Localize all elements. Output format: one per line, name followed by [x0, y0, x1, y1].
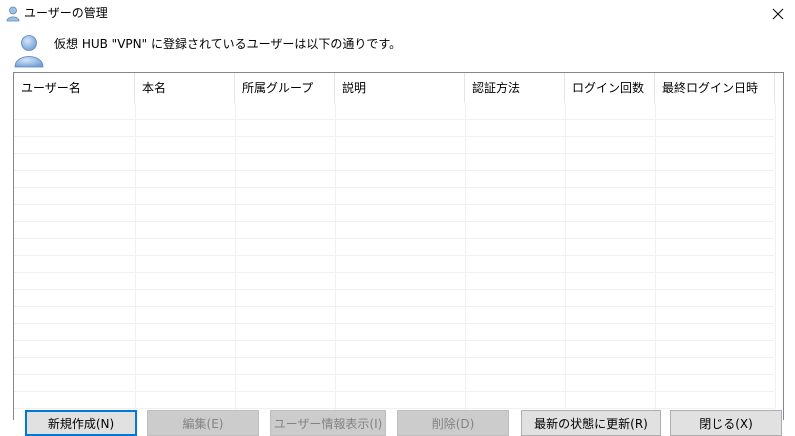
edit-button[interactable]: 編集(E)	[147, 410, 259, 436]
empty-row	[14, 290, 774, 307]
empty-row	[14, 341, 774, 358]
refresh-button[interactable]: 最新の状態に更新(R)	[521, 410, 661, 436]
window-title: ユーザーの管理	[24, 6, 108, 20]
user-icon	[6, 6, 20, 22]
description-text: 仮想 HUB "VPN" に登録されているユーザーは以下の通りです。	[54, 37, 402, 51]
user-list[interactable]: ユーザー名 本名 所属グループ 説明 認証方法 ログイン回数 最終ログイン日時	[13, 72, 784, 420]
empty-row	[14, 307, 774, 324]
empty-row	[14, 375, 774, 392]
empty-row	[14, 137, 774, 154]
empty-row	[14, 171, 774, 188]
empty-row	[14, 154, 774, 171]
user-icon	[14, 35, 44, 68]
column-header-login-count[interactable]: ログイン回数	[565, 73, 655, 103]
new-button[interactable]: 新規作成(N)	[25, 410, 137, 436]
empty-row	[14, 239, 774, 256]
grid-line	[775, 103, 776, 420]
column-header-auth-method[interactable]: 認証方法	[465, 73, 565, 103]
empty-row	[14, 358, 774, 375]
empty-row	[14, 222, 774, 239]
column-header-last-login[interactable]: 最終ログイン日時	[655, 73, 775, 103]
list-body	[14, 103, 783, 420]
column-header-group[interactable]: 所属グループ	[235, 73, 335, 103]
empty-row	[14, 188, 774, 205]
empty-row	[14, 392, 774, 409]
empty-row	[14, 103, 774, 120]
empty-row	[14, 205, 774, 222]
list-header: ユーザー名 本名 所属グループ 説明 認証方法 ログイン回数 最終ログイン日時	[14, 73, 783, 103]
empty-row	[14, 120, 774, 137]
user-info-button[interactable]: ユーザー情報表示(I)	[270, 410, 386, 436]
empty-row	[14, 273, 774, 290]
column-header-username[interactable]: ユーザー名	[14, 73, 135, 103]
close-dialog-button[interactable]: 閉じる(X)	[670, 410, 782, 436]
column-header-description[interactable]: 説明	[335, 73, 465, 103]
close-icon	[772, 8, 784, 20]
empty-row	[14, 256, 774, 273]
empty-row	[14, 324, 774, 341]
close-button[interactable]	[761, 0, 795, 28]
column-header-realname[interactable]: 本名	[135, 73, 235, 103]
title-bar: ユーザーの管理	[0, 0, 795, 28]
delete-button[interactable]: 削除(D)	[397, 410, 509, 436]
